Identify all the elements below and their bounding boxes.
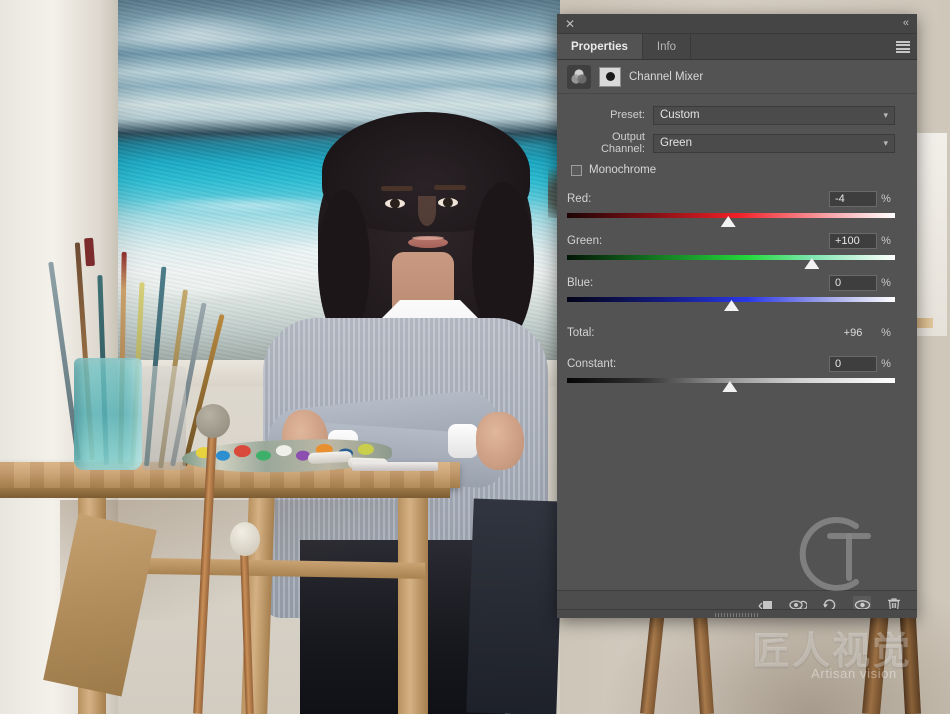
total-label: Total: [567,327,595,339]
paint-blob [275,444,292,457]
panel-tab-bar: Properties Info [557,34,917,60]
panel-titlebar: ✕ « [557,14,917,34]
constant-label: Constant: [567,358,617,370]
glass-jar-secondary [142,366,186,470]
red-label: Red: [567,193,592,205]
output-channel-label: Output Channel: [600,131,645,155]
tab-info[interactable]: Info [643,34,692,59]
work-table-edge [0,488,450,498]
blue-unit: % [881,277,891,289]
close-icon[interactable]: ✕ [564,18,576,30]
chevron-down-icon: ▾ [883,109,888,120]
paint-blob [233,444,252,458]
preset-value: Custom [660,109,700,121]
chevron-down-icon: ▾ [883,137,888,148]
green-value-input[interactable]: +100 [829,233,877,249]
maulstick-knob [196,404,230,438]
channel-mixer-icon [567,64,591,89]
total-row: Total: +96 % [567,323,895,343]
figure-eyebrow [381,186,413,191]
red-unit: % [881,193,891,205]
figure-leg [466,498,564,714]
paintbrush-ferrule [84,237,95,267]
green-label: Green: [567,235,603,247]
red-value-input[interactable]: -4 [829,191,877,207]
tab-properties[interactable]: Properties [557,34,643,59]
layer-mask-thumbnail[interactable] [599,66,621,87]
paint-blob [215,450,231,461]
green-unit: % [881,235,891,247]
panel-resize-bar[interactable] [557,609,917,618]
monochrome-checkbox[interactable] [571,164,582,176]
glass-jar [74,358,142,470]
adjustment-title: Channel Mixer [629,70,704,83]
paint-blob [357,443,374,456]
properties-panel: ✕ « Properties Info Channel Mixer Preset… [557,14,917,618]
figure-lip-highlight [412,236,444,240]
sketchbook [352,462,438,471]
figure-nose [418,196,436,226]
panel-resize-grip[interactable] [715,613,759,617]
output-channel-value: Green [660,137,692,149]
total-value: +96 [843,327,863,339]
output-channel-row: Output Channel: Green ▾ [567,131,895,155]
preset-select[interactable]: Custom ▾ [653,105,895,125]
figure-shirt-cuff [448,424,478,458]
total-unit: % [881,327,891,339]
slider-group-constant: Constant: 0 % [567,355,895,392]
slider-group-blue: Blue: 0 % [567,274,895,311]
output-channel-select[interactable]: Green ▾ [653,133,895,153]
green-slider-track[interactable] [567,255,895,260]
adjustment-header: Channel Mixer [557,60,917,94]
maulstick-knob [230,522,260,556]
constant-slider-track[interactable] [567,378,895,383]
monochrome-row[interactable]: Monochrome [571,160,895,180]
monochrome-label: Monochrome [589,164,657,176]
paint-blob [255,450,272,461]
table-leg [398,496,428,714]
slider-group-green: Green: +100 % [567,232,895,269]
figure-pupil [443,198,452,207]
figure-pupil [390,199,399,208]
preset-label: Preset: [610,109,645,121]
paint-tube [307,450,353,465]
constant-value-input[interactable]: 0 [829,356,877,372]
blue-value-input[interactable]: 0 [829,275,877,291]
constant-unit: % [881,358,891,370]
panel-body: Preset: Custom ▾ Output Channel: Green ▾… [557,94,917,590]
collapse-panel-icon[interactable]: « [903,17,909,30]
figure-hand [476,412,524,470]
blue-label: Blue: [567,277,594,289]
panel-menu-icon[interactable] [896,41,910,53]
figure-eyebrow [434,185,466,190]
slider-group-red: Red: -4 % [567,190,895,227]
red-slider-track[interactable] [567,213,895,218]
preset-row: Preset: Custom ▾ [567,104,895,126]
